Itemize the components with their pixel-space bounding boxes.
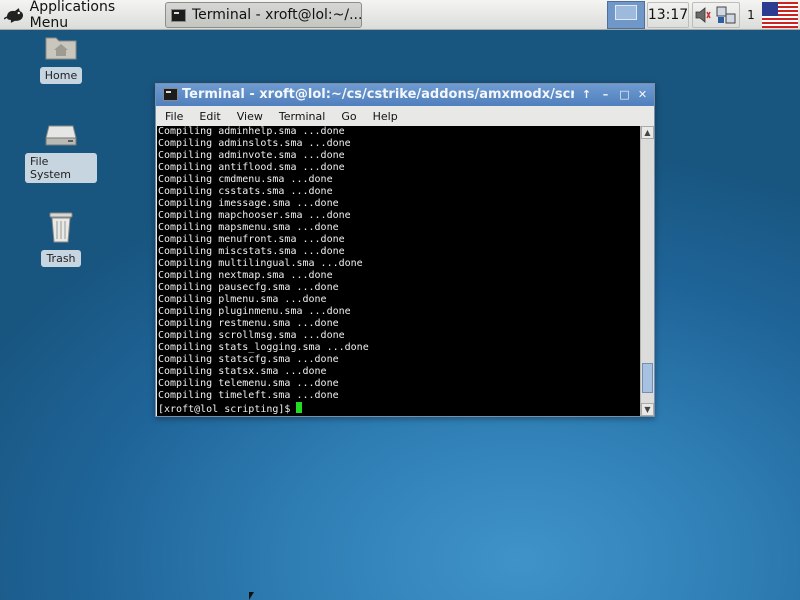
terminal-line: Compiling stats_logging.sma ...done	[158, 342, 369, 353]
mouse-pointer-icon	[249, 592, 254, 600]
top-panel: Applications Menu Terminal - xroft@lol:~…	[0, 0, 800, 31]
applications-menu-button[interactable]: Applications Menu	[4, 0, 156, 31]
terminal-scrollbar[interactable]: ▲ ▼	[640, 126, 654, 416]
maximize-icon[interactable]: □	[617, 87, 632, 102]
terminal-window[interactable]: Terminal - xroft@lol:~/cs/cstrike/addons…	[155, 83, 655, 417]
us-flag-keyboard-layout-icon[interactable]	[762, 2, 798, 28]
terminal-line: Compiling antiflood.sma ...done	[158, 162, 345, 173]
window-titlebar[interactable]: Terminal - xroft@lol:~/cs/cstrike/addons…	[156, 84, 654, 106]
terminal-line: Compiling restmenu.sma ...done	[158, 318, 339, 329]
pager-window-thumbnail	[615, 5, 637, 20]
terminal-output[interactable]: Compiling adminhelp.sma ...done Compiling…	[157, 126, 640, 416]
terminal-icon	[163, 88, 178, 101]
scroll-down-icon[interactable]: ▼	[641, 403, 654, 416]
terminal-icon	[171, 8, 186, 22]
terminal-prompt-line: [xroft@lol scripting]$	[158, 402, 640, 416]
terminal-line: Compiling mapsmenu.sma ...done	[158, 222, 339, 233]
terminal-line: Compiling statscfg.sma ...done	[158, 354, 339, 365]
terminal-line: Compiling timeleft.sma ...done	[158, 390, 339, 401]
system-tray	[692, 2, 740, 28]
desktop-icon-home[interactable]: Home	[25, 33, 97, 84]
desktop-icon-label: File System	[25, 153, 97, 183]
workspace-pager[interactable]	[607, 1, 645, 29]
clock[interactable]: 13:17	[647, 2, 689, 28]
terminal-line: Compiling menufront.sma ...done	[158, 234, 345, 245]
terminal-line: Compiling telemenu.sma ...done	[158, 378, 339, 389]
terminal-line: Compiling cmdmenu.sma ...done	[158, 174, 333, 185]
terminal-line: Compiling statsx.sma ...done	[158, 366, 327, 377]
terminal-menubar: File Edit View Terminal Go Help	[156, 106, 654, 126]
home-folder-icon	[45, 37, 77, 60]
scrollbar-thumb[interactable]	[642, 362, 653, 393]
terminal-line: Compiling multilingual.sma ...done	[158, 258, 363, 269]
menu-edit[interactable]: Edit	[191, 110, 228, 123]
terminal-line: Compiling nextmap.sma ...done	[158, 270, 333, 281]
shell-prompt: [xroft@lol scripting]$	[158, 404, 297, 415]
terminal-line: Compiling imessage.sma ...done	[158, 198, 339, 209]
terminal-line: Compiling adminvote.sma ...done	[158, 150, 345, 161]
menu-view[interactable]: View	[229, 110, 271, 123]
workspace-number: 1	[747, 8, 755, 22]
minimize-icon[interactable]: –	[598, 87, 613, 102]
close-icon[interactable]: ✕	[635, 87, 650, 102]
menu-help[interactable]: Help	[365, 110, 406, 123]
terminal-line: Compiling csstats.sma ...done	[158, 186, 333, 197]
volume-icon[interactable]	[694, 5, 712, 25]
taskbar-button-label: Terminal - xroft@lol:~/...	[192, 7, 362, 23]
network-icon[interactable]	[714, 5, 738, 25]
terminal-line: Compiling scrollmsg.sma ...done	[158, 330, 345, 341]
trash-icon	[49, 212, 73, 243]
text-cursor	[296, 402, 303, 413]
desktop-icon-label: Home	[39, 67, 83, 84]
shade-arrow-icon[interactable]: ↑	[579, 87, 594, 102]
terminal-line: Compiling mapchooser.sma ...done	[158, 210, 351, 221]
scroll-up-icon[interactable]: ▲	[641, 126, 654, 139]
applications-menu-label: Applications Menu	[29, 0, 116, 31]
terminal-line: Compiling adminslots.sma ...done	[158, 138, 351, 149]
hard-drive-icon	[45, 125, 77, 146]
desktop-icon-trash[interactable]: Trash	[25, 210, 97, 267]
terminal-line: Compiling miscstats.sma ...done	[158, 246, 345, 257]
terminal-line: Compiling pluginmenu.sma ...done	[158, 306, 351, 317]
terminal-line: Compiling plmenu.sma ...done	[158, 294, 327, 305]
menu-file[interactable]: File	[156, 110, 191, 123]
terminal-line: Compiling adminhelp.sma ...done	[158, 126, 345, 137]
desktop-icon-file-system[interactable]: File System	[25, 123, 97, 183]
menu-terminal[interactable]: Terminal	[271, 110, 334, 123]
xfce-mouse-icon	[4, 8, 24, 23]
desktop-icon-label: Trash	[41, 250, 81, 267]
taskbar-terminal-button[interactable]: Terminal - xroft@lol:~/...	[165, 2, 362, 28]
terminal-line: Compiling pausecfg.sma ...done	[158, 282, 339, 293]
menu-go[interactable]: Go	[333, 110, 364, 123]
window-title: Terminal - xroft@lol:~/cs/cstrike/addons…	[182, 87, 574, 102]
